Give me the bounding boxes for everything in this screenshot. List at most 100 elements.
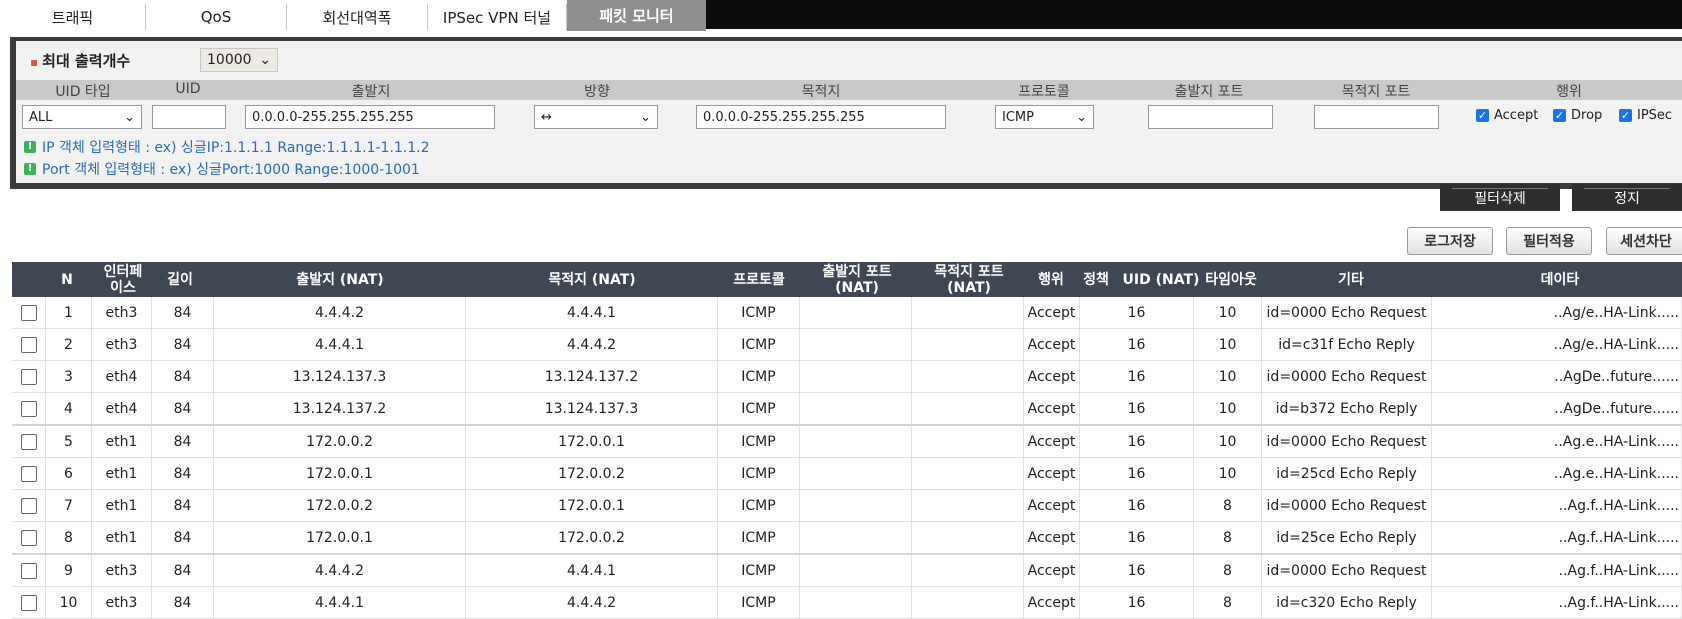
tab-qos[interactable]: QoS bbox=[146, 4, 287, 30]
cell-len: 84 bbox=[152, 297, 214, 328]
cell-data: ..AgDe..future...... bbox=[1432, 393, 1682, 424]
row-checkbox[interactable] bbox=[20, 336, 37, 353]
log-save-button[interactable]: 로그저장 bbox=[1407, 227, 1493, 255]
cell-len: 84 bbox=[152, 393, 214, 424]
col-header-uid: UID (NAT) bbox=[1122, 271, 1200, 288]
cell-data: ..Ag.e..HA-Link..... bbox=[1432, 426, 1682, 457]
accept-checkbox[interactable]: ✓ Accept bbox=[1476, 108, 1538, 123]
port-input-hint: ! Port 객체 입력형태 : ex) 싱글Port:1000 Range:10… bbox=[24, 159, 420, 179]
stop-button[interactable]: 정지 bbox=[1572, 184, 1682, 211]
session-block-button[interactable]: 세션차단 bbox=[1606, 227, 1682, 255]
check-icon: ✓ bbox=[1619, 109, 1632, 122]
row-checkbox[interactable] bbox=[20, 400, 37, 417]
cell-action: Accept bbox=[1024, 329, 1080, 360]
cell-uid: 16 bbox=[1080, 490, 1194, 521]
src-port-input[interactable] bbox=[1148, 105, 1273, 129]
cell-etc: id=25ce Echo Reply bbox=[1262, 522, 1432, 553]
max-output-select[interactable]: 10000 ⌄ bbox=[200, 48, 278, 72]
cell-len: 84 bbox=[152, 490, 214, 521]
filter-header-row: UID 타입 UID 출발지 방향 목적지 프로토콜 출발지 포트 목적지 포트… bbox=[16, 80, 1682, 100]
row-checkbox[interactable] bbox=[20, 562, 37, 579]
cell-uid: 16 bbox=[1080, 393, 1194, 424]
cell-timeout: 8 bbox=[1194, 490, 1262, 521]
drop-checkbox[interactable]: ✓ Drop bbox=[1553, 108, 1602, 123]
uid-type-select[interactable]: ALL ⌄ bbox=[22, 105, 142, 129]
row-checkbox[interactable] bbox=[20, 497, 37, 514]
cell-iface: eth3 bbox=[92, 587, 152, 618]
table-row[interactable]: 1 eth3 84 4.4.4.2 4.4.4.1 ICMP Accept 16 10 id=00… bbox=[12, 297, 1682, 329]
cell-timeout: 10 bbox=[1194, 329, 1262, 360]
tab-bandwidth[interactable]: 회선대역폭 bbox=[287, 4, 428, 30]
filter-apply-button[interactable]: 필터적용 bbox=[1506, 227, 1592, 255]
src-input[interactable]: 0.0.0.0-255.255.255.255 bbox=[245, 105, 495, 129]
chevron-down-icon: ⌄ bbox=[259, 52, 271, 68]
table-row[interactable]: 8 eth1 84 172.0.0.1 172.0.0.2 ICMP Accept 16 8 id… bbox=[12, 522, 1682, 555]
cell-src: 172.0.0.2 bbox=[214, 490, 466, 521]
col-header-data: 데이타 bbox=[1540, 271, 1580, 288]
row-select-cell bbox=[12, 490, 46, 521]
filter-header-dst-port: 목적지 포트 bbox=[1341, 84, 1411, 100]
cell-etc: id=0000 Echo Request bbox=[1262, 361, 1432, 392]
row-checkbox[interactable] bbox=[20, 529, 37, 546]
ip-input-hint: ! IP 객체 입력형태 : ex) 싱글IP:1.1.1.1 Range:1.1… bbox=[24, 137, 430, 157]
cell-n: 2 bbox=[46, 329, 92, 360]
tab-ipsec-vpn[interactable]: IPSec VPN 터널 bbox=[428, 4, 567, 30]
chevron-down-icon: ⌄ bbox=[640, 109, 651, 125]
table-row[interactable]: 6 eth1 84 172.0.0.1 172.0.0.2 ICMP Accept 16 10 i… bbox=[12, 458, 1682, 490]
cell-proto: ICMP bbox=[718, 329, 800, 360]
filter-header-uid-type: UID 타입 bbox=[55, 84, 111, 100]
cell-len: 84 bbox=[152, 329, 214, 360]
cell-dst: 13.124.137.2 bbox=[466, 361, 718, 392]
table-row[interactable]: 9 eth3 84 4.4.4.2 4.4.4.1 ICMP Accept 16 8 id=000… bbox=[12, 555, 1682, 587]
cell-len: 84 bbox=[152, 361, 214, 392]
cell-uid: 16 bbox=[1080, 329, 1194, 360]
dst-port-input[interactable] bbox=[1314, 105, 1439, 129]
tab-traffic[interactable]: 트래픽 bbox=[0, 4, 146, 30]
table-row[interactable]: 10 eth3 84 4.4.4.1 4.4.4.2 ICMP Accept 16 8 id=c3… bbox=[12, 587, 1682, 619]
tab-bar-background bbox=[706, 0, 1682, 29]
table-body: 1 eth3 84 4.4.4.2 4.4.4.1 ICMP Accept 16 10 id=00… bbox=[12, 297, 1682, 619]
row-checkbox[interactable] bbox=[20, 465, 37, 482]
col-header-src: 출발지 (NAT) bbox=[296, 271, 384, 288]
row-checkbox[interactable] bbox=[20, 304, 37, 321]
cell-etc: id=b372 Echo Reply bbox=[1262, 393, 1432, 424]
cell-src: 4.4.4.2 bbox=[214, 297, 466, 328]
cell-sport bbox=[800, 555, 912, 586]
table-row[interactable]: 7 eth1 84 172.0.0.2 172.0.0.1 ICMP Accept 16 8 id… bbox=[12, 490, 1682, 522]
row-select-cell bbox=[12, 522, 46, 553]
row-checkbox[interactable] bbox=[20, 433, 37, 450]
cell-etc: id=0000 Echo Request bbox=[1262, 555, 1432, 586]
check-icon: ✓ bbox=[1553, 109, 1566, 122]
cell-sport bbox=[800, 490, 912, 521]
filter-header-src-port: 출발지 포트 bbox=[1174, 84, 1244, 100]
row-select-cell bbox=[12, 587, 46, 618]
protocol-select[interactable]: ICMP ⌄ bbox=[995, 105, 1094, 129]
tab-packet-monitor[interactable]: 패킷 모니터 bbox=[567, 0, 706, 31]
filter-panel: ▪ 최대 출력개수 10000 ⌄ UID 타입 UID 출발지 방향 목적지 프로… bbox=[10, 37, 1682, 189]
row-checkbox[interactable] bbox=[20, 594, 37, 611]
tab-bar: 트래픽 QoS 회선대역폭 IPSec VPN 터널 패킷 모니터 bbox=[0, 0, 1682, 31]
uid-input[interactable] bbox=[152, 105, 226, 129]
col-header-interface: 인터페이스 bbox=[103, 263, 143, 296]
cell-dst: 4.4.4.2 bbox=[466, 587, 718, 618]
info-icon: ! bbox=[24, 141, 36, 153]
direction-select[interactable]: ↔ ⌄ bbox=[534, 105, 658, 129]
dst-input[interactable]: 0.0.0.0-255.255.255.255 bbox=[696, 105, 946, 129]
cell-len: 84 bbox=[152, 458, 214, 489]
cell-n: 8 bbox=[46, 522, 92, 553]
table-row[interactable]: 4 eth4 84 13.124.137.2 13.124.137.3 ICMP Accep… bbox=[12, 393, 1682, 426]
row-select-cell bbox=[12, 361, 46, 392]
ipsec-checkbox[interactable]: ✓ IPSec bbox=[1619, 108, 1672, 123]
cell-timeout: 8 bbox=[1194, 555, 1262, 586]
table-row[interactable]: 3 eth4 84 13.124.137.3 13.124.137.2 ICMP Accep… bbox=[12, 361, 1682, 393]
col-header-etc: 기타 bbox=[1338, 271, 1364, 288]
row-checkbox[interactable] bbox=[20, 368, 37, 385]
table-row[interactable]: 5 eth1 84 172.0.0.2 172.0.0.1 ICMP Accept 16 10 i… bbox=[12, 426, 1682, 458]
cell-etc: id=c31f Echo Reply bbox=[1262, 329, 1432, 360]
table-row[interactable]: 2 eth3 84 4.4.4.1 4.4.4.2 ICMP Accept 16 10 id=c3… bbox=[12, 329, 1682, 361]
cell-src: 13.124.137.3 bbox=[214, 361, 466, 392]
cell-uid: 16 bbox=[1080, 458, 1194, 489]
filter-delete-button[interactable]: 필터삭제 bbox=[1440, 184, 1560, 211]
cell-etc: id=0000 Echo Request bbox=[1262, 426, 1432, 457]
cell-sport bbox=[800, 458, 912, 489]
